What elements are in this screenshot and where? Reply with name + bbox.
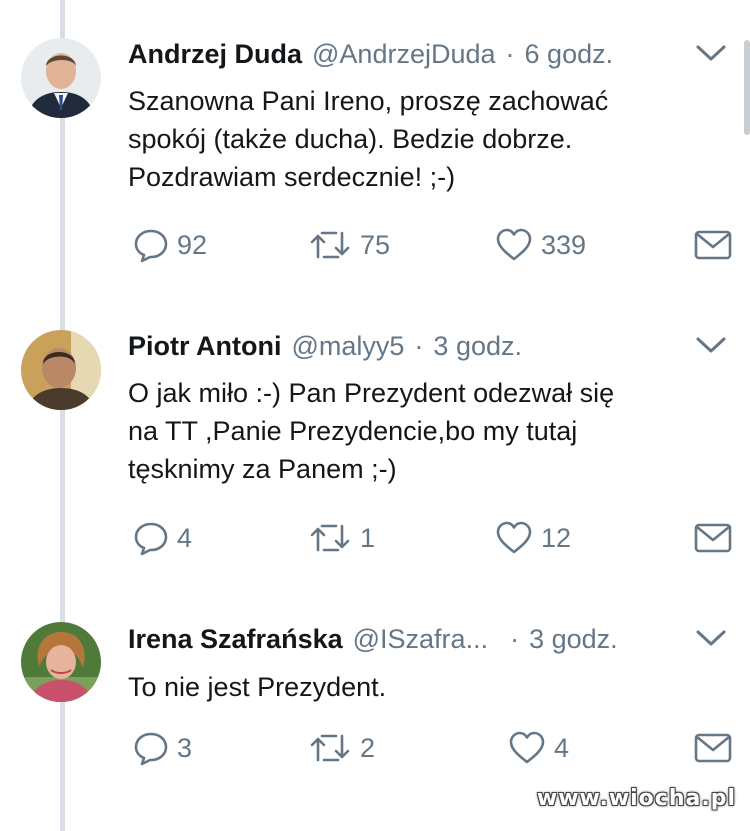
chevron-down-icon[interactable] (694, 627, 728, 649)
reply-count: 3 (177, 732, 193, 763)
like-count: 339 (541, 229, 587, 260)
watermark: www.wiocha.pl (536, 786, 736, 811)
timestamp[interactable]: 6 godz. (525, 39, 614, 70)
envelope-icon (694, 733, 732, 763)
reply-button[interactable]: 4 (133, 518, 192, 558)
tweet-actions: 92 75 339 (128, 225, 738, 265)
reply-button[interactable]: 3 (133, 728, 192, 768)
retweet-count: 75 (360, 229, 391, 260)
heart-icon (496, 228, 532, 261)
chevron-down-icon[interactable] (694, 42, 728, 64)
author-name[interactable]: Andrzej Duda (128, 39, 302, 70)
direct-message-button[interactable] (694, 225, 732, 265)
tweet-text: To nie jest Prezydent. (128, 668, 728, 706)
tweet-actions: 4 1 12 (128, 518, 738, 558)
author-handle[interactable]: @AndrzejDuda (312, 39, 496, 70)
tweet-text: O jak miło :-) Pan Prezydent odezwał się… (128, 374, 728, 488)
envelope-icon (694, 230, 732, 260)
tweet-text-line: Pozdrawiam serdecznie! ;-) (128, 162, 456, 192)
retweet-count: 2 (360, 732, 376, 763)
retweet-button[interactable]: 75 (308, 225, 390, 265)
envelope-icon (694, 523, 732, 553)
direct-message-button[interactable] (694, 518, 732, 558)
tweet-actions: 3 2 4 (128, 728, 738, 768)
retweet-button[interactable]: 1 (308, 518, 375, 558)
retweet-arrows-icon (310, 524, 350, 552)
tweet-text: Szanowna Pani Ireno, proszę zachować spo… (128, 82, 728, 196)
speech-bubble-icon (134, 522, 168, 556)
tweet-header: Piotr Antoni @malyy5 · 3 godz. (128, 328, 710, 364)
like-count: 4 (554, 732, 570, 763)
separator: · (510, 623, 520, 654)
tweet-text-line: O jak miło :-) Pan Prezydent odezwał się (128, 378, 615, 408)
heart-icon (496, 521, 532, 554)
speech-bubble-icon (134, 229, 168, 263)
reply-count: 4 (177, 522, 193, 553)
tweet-text-line: To nie jest Prezydent. (128, 672, 387, 702)
retweet-button[interactable]: 2 (308, 728, 375, 768)
avatar[interactable] (21, 38, 101, 118)
like-button[interactable]: 339 (495, 225, 586, 265)
retweet-count: 1 (360, 522, 376, 553)
separator: · (414, 330, 424, 361)
tweet-text-line: tęsknimy za Panem ;-) (128, 454, 397, 484)
tweet-text-line: spokój (także ducha). Bedzie dobrze. (128, 124, 573, 154)
like-count: 12 (541, 522, 572, 553)
reply-button[interactable]: 92 (133, 225, 207, 265)
reply-count: 92 (177, 229, 208, 260)
author-name[interactable]: Irena Szafrańska (128, 624, 343, 655)
tweet-header: Andrzej Duda @AndrzejDuda · 6 godz. (128, 36, 710, 72)
timestamp[interactable]: 3 godz. (433, 331, 522, 362)
like-button[interactable]: 4 (508, 728, 569, 768)
speech-bubble-icon (134, 732, 168, 766)
timestamp[interactable]: 3 godz. (529, 624, 618, 655)
author-name[interactable]: Piotr Antoni (128, 331, 281, 362)
thread-connector-line (60, 0, 65, 831)
author-handle[interactable]: @ISzafra... (353, 624, 488, 655)
retweet-arrows-icon (310, 734, 350, 762)
avatar[interactable] (21, 330, 101, 410)
tweet-text-line: na TT ,Panie Prezydencie,bo my tutaj (128, 416, 578, 446)
avatar[interactable] (21, 622, 101, 702)
scrollbar[interactable] (744, 40, 750, 135)
chevron-down-icon[interactable] (694, 334, 728, 356)
direct-message-button[interactable] (694, 728, 732, 768)
tweet-text-line: Szanowna Pani Ireno, proszę zachować (128, 86, 609, 116)
heart-icon (509, 731, 545, 764)
separator: · (505, 38, 515, 69)
author-handle[interactable]: @malyy5 (291, 331, 404, 362)
like-button[interactable]: 12 (495, 518, 571, 558)
tweet-header: Irena Szafrańska @ISzafra... · 3 godz. (128, 621, 710, 657)
retweet-arrows-icon (310, 231, 350, 259)
